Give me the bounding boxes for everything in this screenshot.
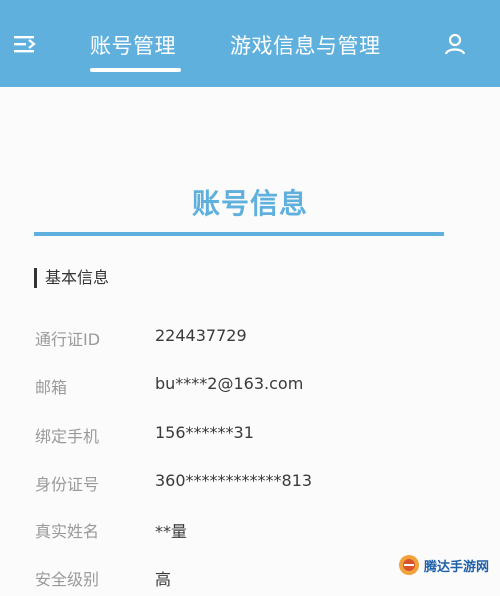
info-label: 通行证ID bbox=[35, 330, 101, 349]
watermark-text: 腾达手游网 bbox=[424, 559, 490, 575]
info-row-phone: 绑定手机 156******31 bbox=[0, 423, 500, 453]
info-row-id-number: 身份证号 360************813 bbox=[0, 471, 500, 501]
section-title: 基本信息 bbox=[45, 268, 110, 287]
menu-icon[interactable] bbox=[14, 34, 36, 54]
user-icon[interactable] bbox=[444, 33, 466, 55]
info-row-passport-id: 通行证ID 224437729 bbox=[0, 326, 500, 356]
info-label: 绑定手机 bbox=[35, 427, 100, 446]
info-row-real-name: 真实姓名 **量 bbox=[0, 518, 500, 548]
info-label: 身份证号 bbox=[35, 475, 100, 494]
info-row-email: 邮箱 bu****2@163.com bbox=[0, 374, 500, 404]
info-label: 安全级别 bbox=[35, 570, 100, 589]
tab-game-info-management[interactable]: 游戏信息与管理 bbox=[230, 30, 381, 60]
info-label: 邮箱 bbox=[35, 378, 68, 397]
info-label: 真实姓名 bbox=[35, 522, 100, 541]
top-nav-bar: 账号管理 游戏信息与管理 bbox=[0, 0, 500, 87]
title-divider bbox=[34, 232, 444, 236]
info-value: 360************813 bbox=[155, 471, 313, 490]
info-value: 高 bbox=[155, 570, 172, 589]
info-value: **量 bbox=[155, 522, 188, 541]
info-value: 156******31 bbox=[155, 423, 254, 442]
active-tab-indicator bbox=[90, 68, 181, 72]
info-value: 224437729 bbox=[155, 326, 247, 345]
info-value: bu****2@163.com bbox=[155, 374, 304, 393]
section-marker bbox=[34, 268, 37, 288]
watermark-logo-icon bbox=[398, 554, 420, 576]
page-title: 账号信息 bbox=[191, 187, 308, 220]
watermark: 腾达手游网 bbox=[398, 550, 496, 580]
tab-account-management[interactable]: 账号管理 bbox=[90, 30, 176, 60]
